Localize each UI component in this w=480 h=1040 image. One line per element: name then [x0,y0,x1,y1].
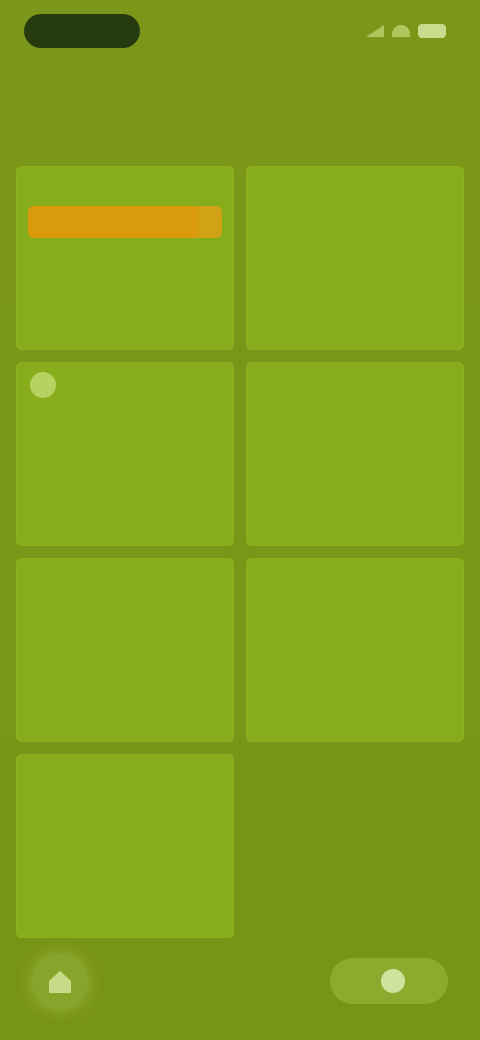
tile-5[interactable] [16,558,234,742]
tile-6[interactable] [246,558,464,742]
battery-icon [418,24,446,38]
sun-icon [30,372,56,398]
home-button[interactable] [32,954,88,1010]
status-pill [24,14,140,48]
tile-2[interactable] [246,166,464,350]
status-bar [0,0,480,60]
tile-progress-bar [28,206,222,238]
plus-icon [381,969,405,993]
tile-7[interactable] [16,754,234,938]
wifi-icon [392,25,410,37]
app-screen [0,0,480,1040]
tile-1[interactable] [16,166,234,350]
tile-progress-fill [28,206,199,238]
tile-4[interactable] [246,362,464,546]
home-icon [49,971,71,993]
signal-icon [366,25,384,37]
status-icons [350,18,446,44]
page-header [28,70,348,140]
tile-3[interactable] [16,362,234,546]
tile-grid [16,166,464,946]
bottom-right-button[interactable] [330,958,448,1004]
